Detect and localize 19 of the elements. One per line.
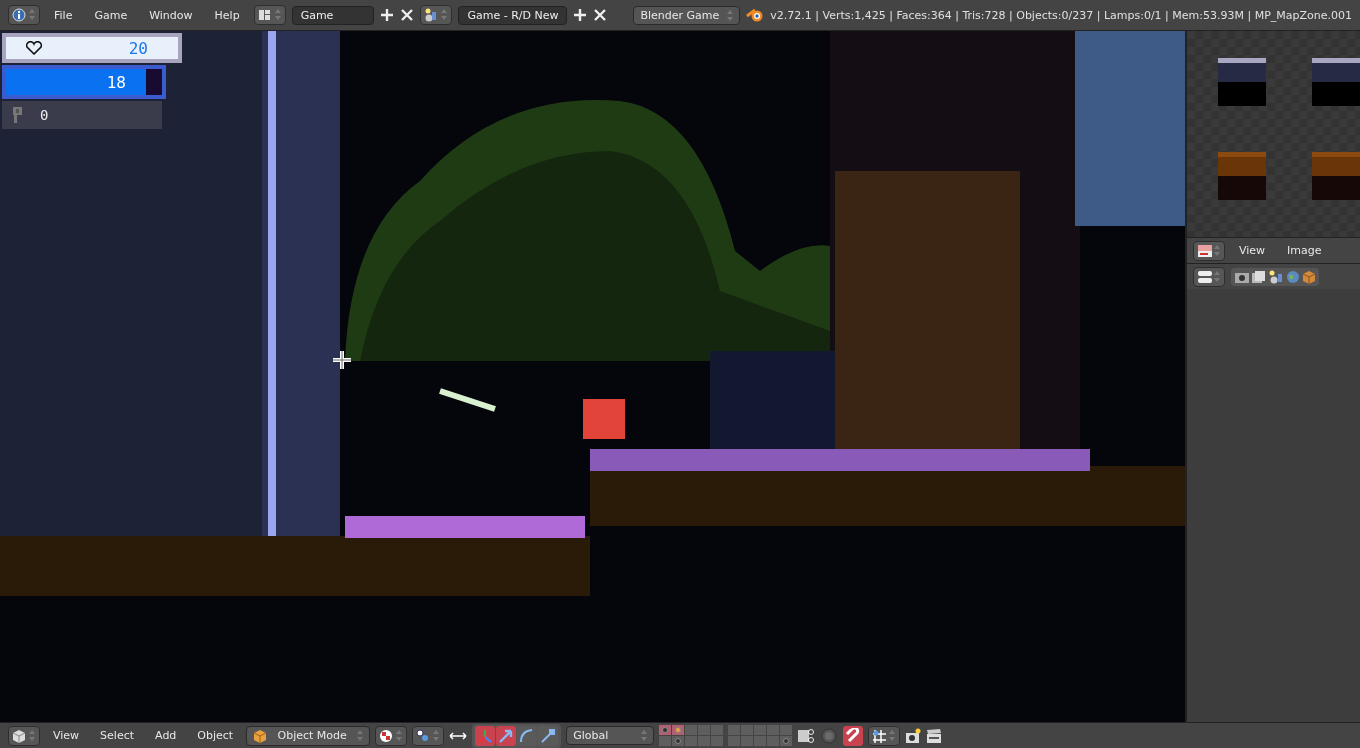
screen-layout-field[interactable]: Game: [291, 5, 375, 25]
render-engine-dropdown[interactable]: Blender Game: [633, 5, 741, 25]
menu-item[interactable]: Add: [147, 729, 185, 742]
menu-item[interactable]: Object: [189, 729, 242, 742]
menu-item[interactable]: Image: [1279, 244, 1330, 257]
menu-item[interactable]: File: [46, 8, 81, 22]
menu-item[interactable]: Help: [206, 8, 248, 22]
energy-value: 18: [106, 73, 126, 92]
menu-item[interactable]: Game: [86, 8, 136, 22]
menu-item[interactable]: View: [45, 729, 88, 742]
scene-field[interactable]: Game - R/D New: [458, 5, 568, 25]
menu-item[interactable]: Window: [141, 8, 201, 22]
mode-dropdown[interactable]: Object Mode: [246, 725, 371, 746]
scene-stats: v2.72.1 | Verts:1,425 | Faces:364 | Tris:728 | Objects:0/237 | Lamps:0/1 | Mem:53.93M | MP_MapZone.001: [770, 8, 1352, 22]
menu-item[interactable]: Select: [92, 729, 143, 742]
orientation-dropdown[interactable]: Global: [566, 726, 655, 745]
menu-item[interactable]: View: [1231, 244, 1274, 257]
key-count: 0: [40, 107, 49, 123]
health-value: 20: [128, 38, 148, 58]
